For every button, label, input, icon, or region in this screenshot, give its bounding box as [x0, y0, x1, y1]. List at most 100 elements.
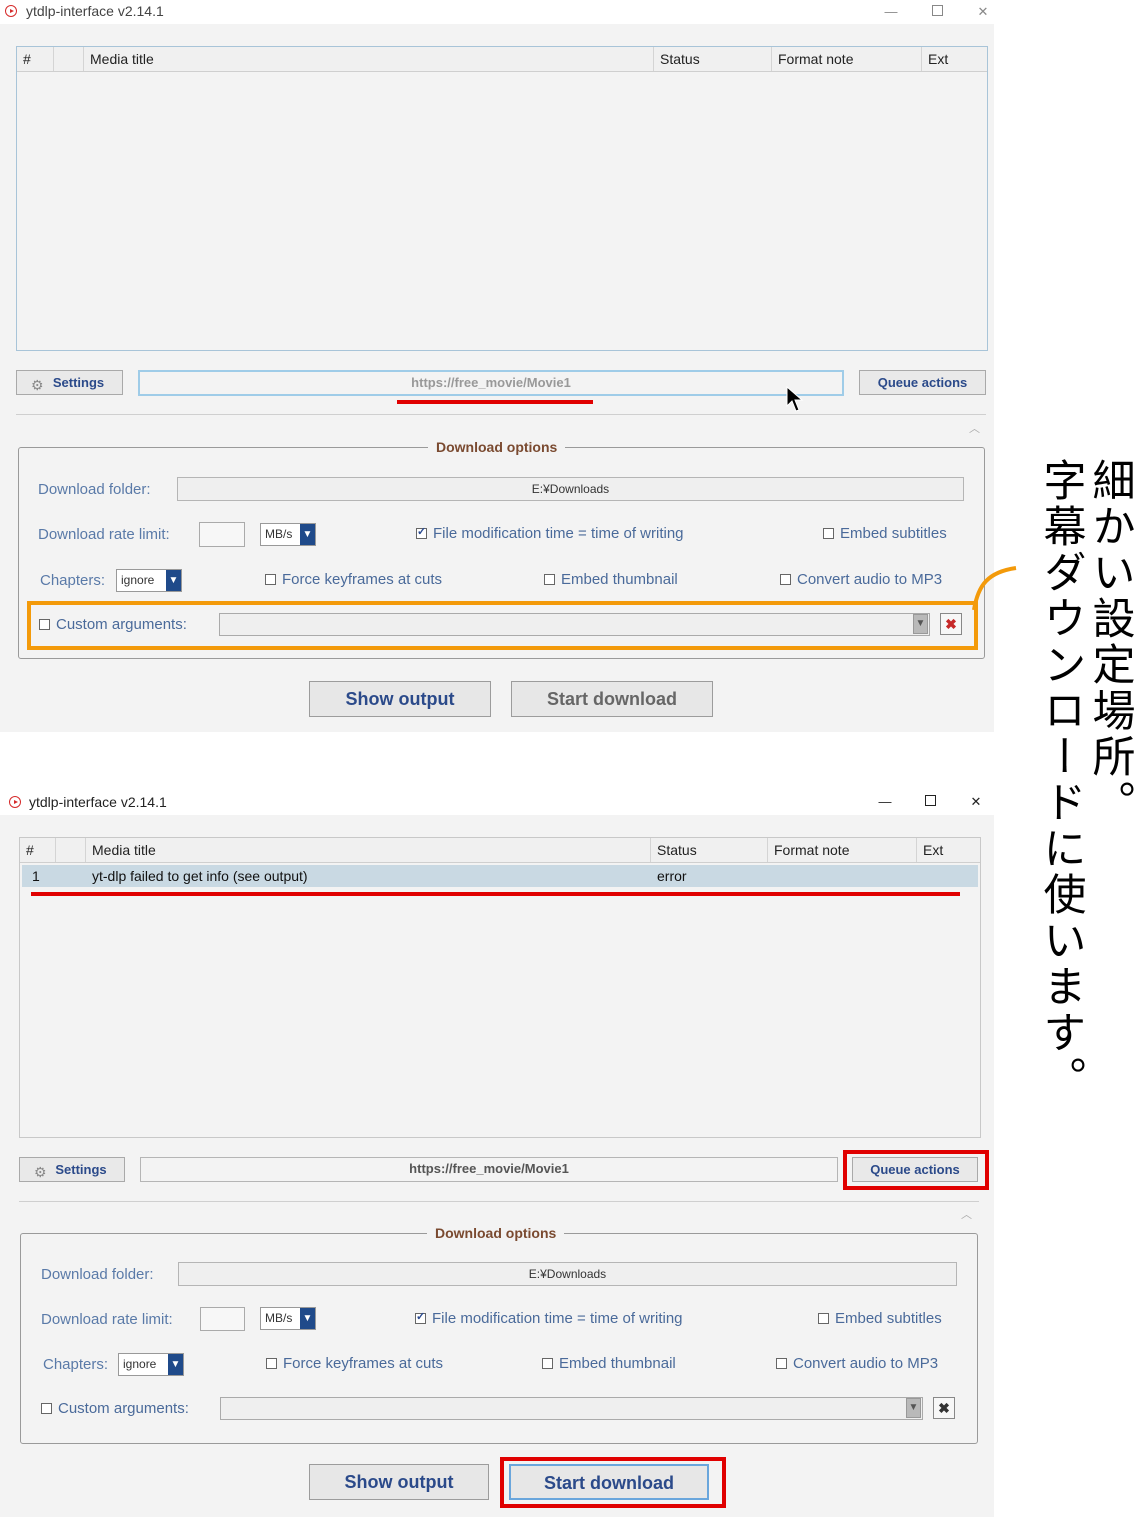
embed-subtitles-checkbox[interactable]: Embed subtitles: [818, 1310, 942, 1327]
app-window-2: ytdlp-interface v2.14.1 — ✕ # Media titl…: [0, 789, 994, 1517]
maximize-button[interactable]: [915, 792, 945, 812]
url-input[interactable]: https://free_movie/Movie1: [138, 370, 844, 396]
chapters-value: ignore: [123, 1357, 157, 1371]
highlight-custom-arguments: [27, 601, 978, 650]
window-title: ytdlp-interface v2.14.1: [29, 794, 167, 810]
download-options-legend: Download options: [427, 1225, 565, 1241]
rate-limit-label: Download rate limit:: [38, 526, 170, 543]
settings-button[interactable]: ⚙ Settings: [19, 1157, 125, 1182]
collapse-caret-icon[interactable]: ︿: [969, 420, 980, 436]
rate-unit-value: MB/s: [265, 1311, 293, 1325]
column-header-media-title[interactable]: Media title: [84, 47, 654, 71]
force-keyframes-label: Force keyframes at cuts: [282, 571, 443, 588]
close-button[interactable]: ✕: [968, 2, 998, 22]
app-play-icon: [9, 796, 21, 808]
file-mod-time-checkbox[interactable]: File modification time = time of writing: [415, 1310, 683, 1327]
force-keyframes-checkbox[interactable]: Force keyframes at cuts: [265, 571, 442, 588]
media-queue-table[interactable]: # Media title Status Format note Ext 1 y…: [19, 837, 981, 1138]
column-header-format-note[interactable]: Format note: [772, 47, 922, 71]
checkbox-icon: [776, 1358, 787, 1369]
title-bar: ytdlp-interface v2.14.1 — ✕: [0, 0, 994, 24]
app-window-1: ytdlp-interface v2.14.1 — ✕ # Media titl…: [0, 0, 1017, 732]
custom-arguments-input[interactable]: [220, 1397, 923, 1420]
checkbox-icon: [780, 574, 791, 585]
row-status: error: [657, 868, 687, 884]
divider: [19, 1201, 979, 1202]
highlight-queue-actions: [843, 1150, 989, 1190]
settings-button[interactable]: ⚙ Settings: [16, 370, 123, 395]
table-row[interactable]: 1 yt-dlp failed to get info (see output)…: [22, 865, 978, 887]
convert-audio-label: Convert audio to MP3: [793, 1355, 939, 1372]
callout-curve: [972, 566, 1017, 611]
checkbox-icon: [544, 574, 555, 585]
embed-thumbnail-label: Embed thumbnail: [561, 571, 678, 588]
column-header-format-note[interactable]: Format note: [768, 838, 917, 862]
divider: [16, 414, 986, 415]
window-title: ytdlp-interface v2.14.1: [26, 3, 164, 19]
chevron-down-icon: ▼: [168, 1354, 183, 1375]
media-queue-table[interactable]: # Media title Status Format note Ext: [16, 46, 988, 351]
show-output-button[interactable]: Show output: [309, 681, 491, 717]
mouse-cursor-icon: [786, 386, 804, 412]
collapse-caret-icon[interactable]: ︿: [961, 1206, 972, 1222]
start-download-button[interactable]: Start download: [511, 681, 713, 717]
highlight-url-underline: [397, 400, 593, 404]
gear-icon: ⚙: [34, 1164, 47, 1180]
embed-thumbnail-checkbox[interactable]: Embed thumbnail: [542, 1355, 676, 1372]
file-mod-time-label: File modification time = time of writing: [433, 525, 684, 542]
row-media-title: yt-dlp failed to get info (see output): [92, 868, 308, 884]
chapters-select[interactable]: ignore ▼: [116, 569, 182, 592]
column-header-number[interactable]: #: [20, 838, 56, 862]
download-folder-field[interactable]: E:¥Downloads: [178, 1262, 957, 1286]
column-header-number[interactable]: #: [17, 47, 54, 71]
chevron-down-icon[interactable]: ▼: [906, 1398, 921, 1418]
chevron-down-icon: ▼: [300, 1308, 315, 1329]
maximize-button[interactable]: [922, 2, 952, 22]
custom-arguments-checkbox[interactable]: Custom arguments:: [41, 1400, 189, 1417]
file-mod-time-checkbox[interactable]: File modification time = time of writing: [416, 525, 684, 542]
maximize-icon: [924, 795, 936, 806]
download-folder-field[interactable]: E:¥Downloads: [177, 477, 964, 501]
rate-unit-select[interactable]: MB/s ▼: [260, 1307, 316, 1330]
highlight-error-row-underline: [31, 892, 960, 896]
table-header: # Media title Status Format note Ext: [17, 47, 987, 72]
queue-actions-button[interactable]: Queue actions: [859, 370, 986, 395]
embed-thumbnail-checkbox[interactable]: Embed thumbnail: [544, 571, 678, 588]
highlight-start-download: [500, 1457, 726, 1508]
annotation-text: 細かい設定場所。 字幕ダウンロードに使います。: [1036, 458, 1135, 1102]
file-mod-time-label: File modification time = time of writing: [432, 1310, 683, 1327]
checkbox-icon: [415, 1310, 426, 1324]
checkbox-icon: [823, 528, 834, 539]
table-header: # Media title Status Format note Ext: [20, 838, 980, 863]
column-header-status[interactable]: Status: [654, 47, 772, 71]
minimize-button[interactable]: —: [870, 792, 900, 812]
show-output-button[interactable]: Show output: [309, 1464, 489, 1500]
column-header-blank[interactable]: [54, 47, 84, 71]
settings-label: Settings: [55, 1162, 107, 1177]
column-header-ext[interactable]: Ext: [922, 47, 985, 71]
title-bar: ytdlp-interface v2.14.1 — ✕: [0, 789, 994, 815]
checkbox-icon: [41, 1403, 52, 1414]
clear-arguments-button[interactable]: ✖: [933, 1397, 955, 1419]
column-header-ext[interactable]: Ext: [917, 838, 978, 862]
force-keyframes-label: Force keyframes at cuts: [283, 1355, 444, 1372]
convert-audio-checkbox[interactable]: Convert audio to MP3: [780, 571, 942, 588]
maximize-icon: [931, 5, 943, 16]
chapters-select[interactable]: ignore ▼: [118, 1353, 184, 1376]
minimize-button[interactable]: —: [876, 2, 906, 22]
annotation-line-1: 細かい設定場所。: [1085, 458, 1135, 826]
download-options-legend: Download options: [428, 439, 566, 455]
embed-subtitles-checkbox[interactable]: Embed subtitles: [823, 525, 947, 542]
close-button[interactable]: ✕: [961, 792, 991, 812]
column-header-blank[interactable]: [56, 838, 86, 862]
download-folder-label: Download folder:: [38, 481, 151, 498]
chapters-value: ignore: [121, 573, 155, 587]
url-input[interactable]: https://free_movie/Movie1: [140, 1157, 838, 1182]
rate-limit-input[interactable]: [200, 1307, 245, 1331]
column-header-media-title[interactable]: Media title: [86, 838, 651, 862]
rate-unit-select[interactable]: MB/s ▼: [260, 523, 316, 546]
force-keyframes-checkbox[interactable]: Force keyframes at cuts: [266, 1355, 443, 1372]
rate-limit-input[interactable]: [199, 522, 245, 547]
column-header-status[interactable]: Status: [651, 838, 768, 862]
convert-audio-checkbox[interactable]: Convert audio to MP3: [776, 1355, 938, 1372]
